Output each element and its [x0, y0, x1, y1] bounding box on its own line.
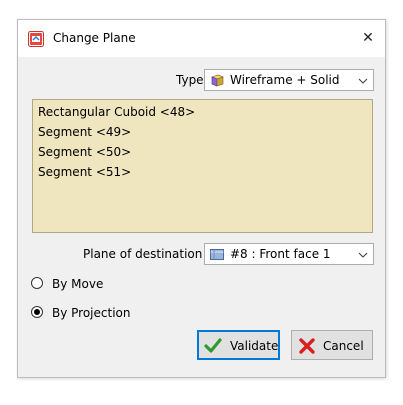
by-projection-label: By Projection [52, 306, 131, 320]
type-value: Wireframe + Solid [230, 73, 340, 87]
plane-icon [209, 247, 225, 262]
close-button[interactable]: ✕ [357, 27, 379, 49]
change-plane-app-icon [28, 31, 44, 47]
list-item[interactable]: Segment <50> [38, 145, 131, 159]
cancel-button[interactable]: Cancel [291, 330, 373, 360]
green-checkmark-icon [204, 337, 222, 355]
chevron-down-icon [358, 75, 368, 85]
validate-label: Validate [230, 339, 279, 353]
plane-destination-dropdown[interactable]: #8 : Front face 1 [204, 243, 374, 265]
list-item[interactable]: Segment <49> [38, 125, 131, 139]
by-projection-radio[interactable] [31, 306, 43, 318]
list-item[interactable]: Segment <51> [38, 165, 131, 179]
cancel-label: Cancel [323, 339, 364, 353]
by-projection-option[interactable]: By Projection [31, 304, 171, 322]
type-label: Type [176, 73, 204, 87]
radio-selected-dot [34, 309, 40, 315]
change-plane-dialog: Change Plane ✕ Type Wireframe + Solid Re… [17, 19, 386, 378]
list-item[interactable]: Rectangular Cuboid <48> [38, 105, 195, 119]
by-move-radio[interactable] [31, 277, 43, 289]
plane-destination-value: #8 : Front face 1 [230, 247, 331, 261]
type-dropdown[interactable]: Wireframe + Solid [204, 69, 374, 91]
dialog-title: Change Plane [53, 31, 136, 45]
by-move-label: By Move [52, 277, 104, 291]
red-x-icon [298, 337, 316, 355]
title-bar[interactable]: Change Plane ✕ [18, 20, 385, 57]
plane-destination-label: Plane of destination [83, 247, 203, 261]
validate-button[interactable]: Validate [197, 330, 280, 360]
by-move-option[interactable]: By Move [31, 275, 151, 293]
chevron-down-icon [358, 249, 368, 259]
selected-elements-list[interactable]: Rectangular Cuboid <48> Segment <49> Seg… [32, 99, 373, 233]
wireframe-solid-icon [209, 73, 225, 88]
